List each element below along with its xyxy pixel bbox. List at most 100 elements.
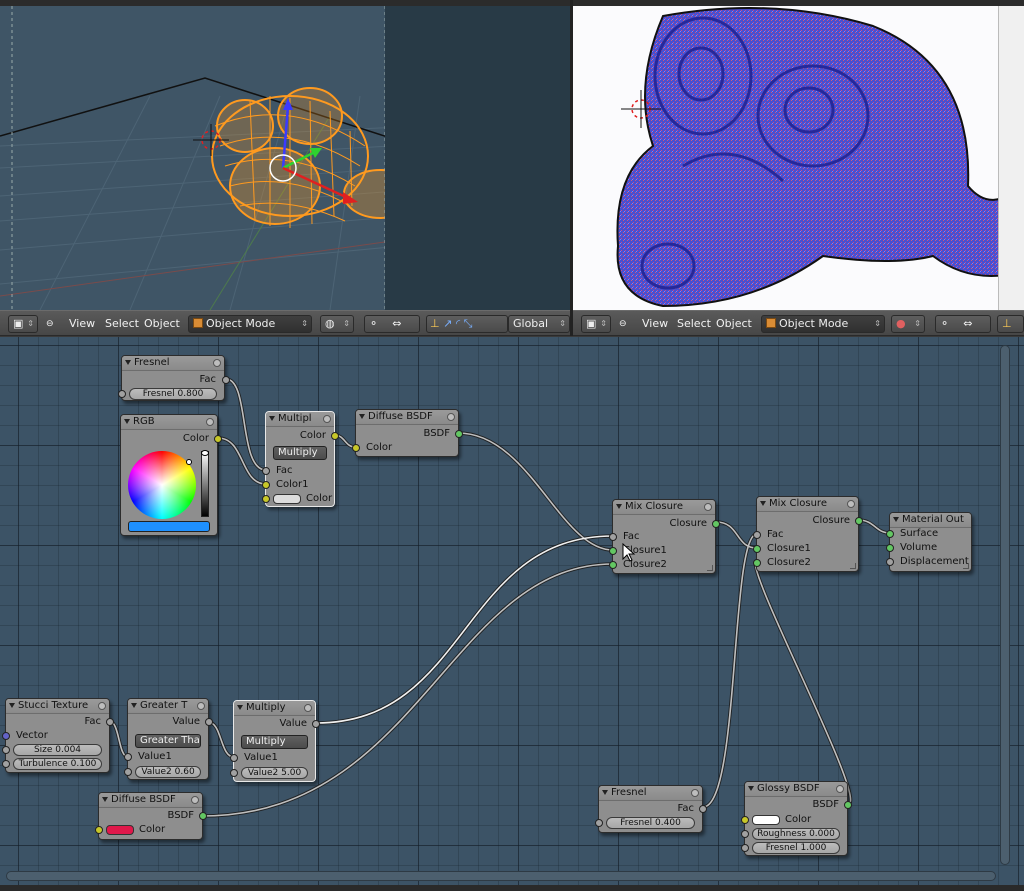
collapse-triangle-icon[interactable] (760, 501, 766, 506)
viewport-shading-button-right[interactable]: ● ⇕ (891, 315, 925, 333)
collapse-triangle-icon[interactable] (616, 504, 622, 509)
node-resize-handle[interactable] (707, 565, 713, 571)
node-header[interactable]: Multipl (266, 412, 334, 427)
viewport-3d-right-rendered[interactable] (573, 6, 1024, 310)
node-header[interactable]: Multiply (234, 701, 315, 716)
input-fac-socket[interactable] (753, 531, 761, 539)
manipulator-toggles[interactable]: ⊥ ↗ ◜ ⤡ (426, 315, 508, 333)
manipulator-toggle-right[interactable]: ⊥ (997, 315, 1024, 333)
rgb-color-swatch[interactable] (128, 521, 210, 532)
editor-type-button-right[interactable]: ▣ ⇕ (581, 315, 611, 333)
input-closure2-socket[interactable] (753, 559, 761, 567)
math-operation-dropdown[interactable]: Multiply (241, 735, 308, 749)
input-roughness-socket[interactable] (741, 830, 749, 838)
node-header[interactable]: Mix Closure (613, 500, 715, 515)
input-closure1-socket[interactable] (609, 547, 617, 555)
size-field[interactable]: Size 0.004 (13, 744, 102, 756)
collapse-menu-icon[interactable]: ⊖ (619, 316, 627, 332)
node-resize-handle[interactable] (963, 563, 969, 569)
output-color-socket[interactable] (214, 435, 222, 443)
collapse-triangle-icon[interactable] (893, 517, 899, 522)
input-value1-socket[interactable] (230, 754, 238, 762)
mode-selector-right[interactable]: Object Mode ⇕ (761, 315, 885, 333)
node-header[interactable]: Diffuse BSDF (99, 793, 202, 808)
input-vector-socket[interactable] (2, 732, 10, 740)
color-wheel-handle[interactable] (186, 459, 192, 465)
node-math-multiply[interactable]: Multiply Value Multiply Value1 Value2 5.… (230, 700, 320, 782)
input-value1-socket[interactable] (124, 753, 132, 761)
fresnel-ior-field[interactable]: Fresnel 0.400 (606, 817, 695, 829)
output-value-socket[interactable] (205, 718, 213, 726)
node-resize-handle[interactable] (850, 563, 856, 569)
input-color-swatch[interactable] (106, 825, 134, 835)
input-ior-socket[interactable] (118, 390, 126, 398)
input-turbulence-socket[interactable] (2, 760, 10, 768)
input-color-socket[interactable] (352, 444, 360, 452)
input-ior-socket[interactable] (595, 819, 603, 827)
output-bsdf-socket[interactable] (844, 801, 852, 809)
node-math-greater-than[interactable]: Greater T Value Greater Tha Value1 Value… (124, 698, 213, 780)
turbulence-field[interactable]: Turbulence 0.100 (13, 758, 102, 770)
value-slider-handle[interactable] (201, 450, 209, 456)
mode-selector[interactable]: Object Mode ⇕ (188, 315, 312, 333)
math-operation-dropdown[interactable]: Greater Tha (135, 734, 201, 748)
input-color2-swatch[interactable] (273, 494, 301, 504)
preview-toggle-icon[interactable] (691, 789, 699, 797)
preview-toggle-icon[interactable] (836, 785, 844, 793)
collapse-triangle-icon[interactable] (748, 786, 754, 791)
node-header[interactable]: Glossy BSDF (745, 782, 847, 797)
output-closure-socket[interactable] (712, 520, 720, 528)
node-header[interactable]: Fresnel (599, 786, 702, 801)
preview-toggle-icon[interactable] (704, 503, 712, 511)
menu-view[interactable]: View (642, 316, 668, 332)
node-rgb[interactable]: RGB Color (120, 414, 222, 536)
node-header[interactable]: Diffuse BSDF (356, 410, 458, 425)
area-split-divider[interactable] (570, 0, 573, 336)
transform-orientation-dropdown[interactable]: Global ⇕ (508, 315, 570, 333)
roughness-field[interactable]: Roughness 0.000 (752, 828, 840, 840)
viewport-shading-button[interactable]: ◍ ⇕ (320, 315, 354, 333)
menu-object[interactable]: Object (716, 316, 752, 332)
collapse-triangle-icon[interactable] (124, 419, 130, 424)
preview-toggle-icon[interactable] (213, 359, 221, 367)
node-fresnel-bottom[interactable]: Fresnel Fac Fresnel 0.400 (595, 785, 707, 833)
input-value2-socket[interactable] (230, 769, 238, 777)
preview-toggle-icon[interactable] (206, 418, 214, 426)
viewport-3d-left[interactable] (0, 6, 570, 310)
menu-object[interactable]: Object (144, 316, 180, 332)
collapse-triangle-icon[interactable] (602, 790, 608, 795)
output-value-socket[interactable] (312, 720, 320, 728)
collapse-triangle-icon[interactable] (131, 703, 137, 708)
input-fresnel-socket[interactable] (741, 844, 749, 852)
input-displacement-socket[interactable] (886, 558, 894, 566)
node-diffuse-bsdf-bottom[interactable]: Diffuse BSDF BSDF Color (95, 792, 207, 840)
pivot-snap-buttons-right[interactable]: ⚬ ⇔ (935, 315, 991, 333)
output-fac-socket[interactable] (106, 718, 114, 726)
input-color-swatch[interactable] (752, 815, 780, 825)
blend-type-dropdown[interactable]: Multiply (273, 446, 327, 460)
value-slider[interactable] (201, 450, 209, 517)
preview-toggle-icon[interactable] (191, 796, 199, 804)
input-color-socket[interactable] (95, 826, 103, 834)
editor-type-button[interactable]: ▣ ⇕ (8, 315, 38, 333)
node-header[interactable]: Greater T (128, 699, 208, 714)
color-wheel[interactable] (128, 451, 196, 519)
collapse-menu-icon[interactable]: ⊖ (46, 316, 54, 332)
value2-field[interactable]: Value2 5.00 (241, 767, 308, 779)
node-header[interactable]: Stucci Texture (6, 699, 109, 714)
fresnel-ior-field[interactable]: Fresnel 0.800 (129, 388, 217, 400)
node-diffuse-bsdf-top[interactable]: Diffuse BSDF BSDF Color (352, 409, 463, 457)
preview-toggle-icon[interactable] (847, 500, 855, 508)
preview-toggle-icon[interactable] (304, 704, 312, 712)
input-size-socket[interactable] (2, 746, 10, 754)
preview-toggle-icon[interactable] (323, 415, 331, 423)
output-fac-socket[interactable] (222, 376, 230, 384)
collapse-triangle-icon[interactable] (9, 703, 15, 708)
node-mix-rgb-multiply[interactable]: Multipl Color Multiply Fac Color1 Color (262, 411, 339, 507)
output-bsdf-socket[interactable] (199, 812, 207, 820)
input-surface-socket[interactable] (886, 530, 894, 538)
node-stucci-texture[interactable]: Stucci Texture Fac Vector Size 0.004 Tur… (2, 698, 114, 773)
input-color2-socket[interactable] (262, 495, 270, 503)
menu-select[interactable]: Select (105, 316, 139, 332)
collapse-triangle-icon[interactable] (269, 416, 275, 421)
